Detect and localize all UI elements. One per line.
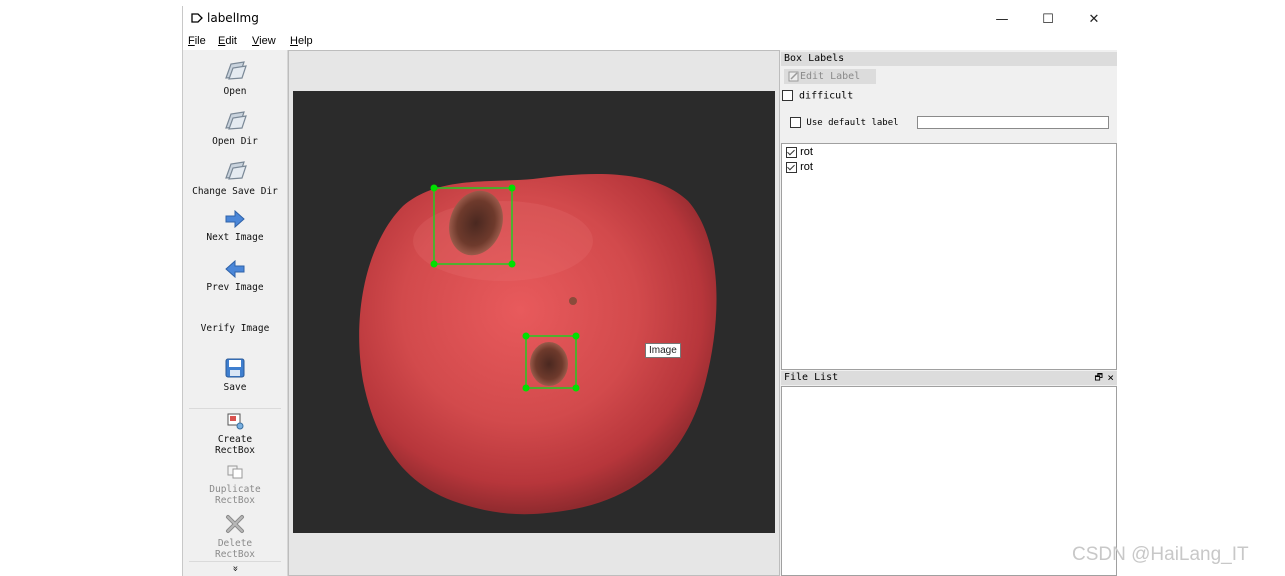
box-labels-list[interactable]: rot rot: [781, 143, 1117, 370]
label-item-1-checkbox[interactable]: [786, 146, 797, 158]
label-item-2-text: rot: [800, 161, 813, 173]
default-label-input[interactable]: [917, 116, 1109, 129]
folder-open-dir-icon: [225, 111, 247, 130]
list-item[interactable]: rot: [786, 161, 813, 173]
minimize-button[interactable]: —: [979, 6, 1025, 32]
duplicate-rectbox-label-1: Duplicate: [209, 484, 261, 495]
toolbar-extension-button[interactable]: »: [183, 563, 287, 574]
delete-rectbox-label-1: Delete: [217, 538, 253, 549]
close-dock-icon[interactable]: ×: [1107, 371, 1114, 385]
verify-image-button[interactable]: Verify Image: [183, 323, 287, 334]
change-save-dir-button[interactable]: Change Save Dir: [183, 160, 287, 197]
difficult-checkbox-box[interactable]: [782, 90, 793, 101]
label-item-1-text: rot: [800, 146, 813, 158]
toolbar-separator: [189, 408, 281, 409]
edit-label-text: Edit Label: [800, 71, 861, 82]
left-toolbar: Open Open Dir Change Save Dir Next Image: [183, 50, 288, 576]
open-button[interactable]: Open: [183, 60, 287, 97]
use-default-label-text: Use default label: [806, 118, 899, 128]
menu-help-label: elp: [297, 35, 313, 47]
file-list-dock: File List 🗗 ×: [781, 371, 1117, 576]
title-bar[interactable]: labelImg — ☐ ✕: [183, 6, 1117, 32]
next-image-label: Next Image: [206, 232, 264, 243]
delete-rectbox-label-2: RectBox: [214, 549, 256, 560]
edit-label-button[interactable]: Edit Label: [784, 69, 876, 84]
menu-edit-label: dit: [225, 35, 237, 47]
menu-file-accel: F: [188, 35, 195, 47]
open-dir-button[interactable]: Open Dir: [183, 110, 287, 147]
save-button[interactable]: Save: [183, 358, 287, 393]
image-canvas[interactable]: Image: [288, 50, 780, 576]
duplicate-rectbox-button[interactable]: Duplicate RectBox: [183, 464, 287, 506]
difficult-label: difficult: [799, 90, 854, 102]
delete-rectbox-button[interactable]: Delete RectBox: [183, 514, 287, 560]
file-list-title: File List: [784, 372, 839, 383]
bbox2-handle-tl[interactable]: [522, 332, 530, 340]
float-dock-icon[interactable]: 🗗: [1095, 371, 1103, 385]
change-save-dir-label: Change Save Dir: [192, 186, 278, 197]
next-image-button[interactable]: Next Image: [183, 210, 287, 243]
difficult-checkbox[interactable]: difficult: [782, 90, 853, 102]
duplicate-icon: [227, 465, 243, 479]
menu-edit[interactable]: Edit: [218, 35, 237, 47]
app-icon: [191, 13, 203, 23]
chevron-down-icon: »: [229, 565, 241, 572]
bbox2-handle-bl[interactable]: [522, 384, 530, 392]
csdn-watermark: CSDN @HaiLang_IT: [1072, 544, 1249, 565]
image-tooltip: Image: [645, 343, 681, 358]
menu-view-label: iew: [259, 35, 276, 47]
menu-file-label: ile: [194, 35, 206, 47]
file-list-title-bar: File List 🗗 ×: [781, 371, 1117, 385]
create-rectbox-icon: [227, 413, 244, 430]
prev-image-button[interactable]: Prev Image: [183, 260, 287, 293]
close-icon: ✕: [1088, 11, 1100, 27]
list-item[interactable]: rot: [786, 146, 813, 158]
menu-help-accel: H: [290, 35, 298, 47]
prev-image-label: Prev Image: [206, 282, 264, 293]
box-labels-title: Box Labels: [781, 52, 1117, 66]
toolbar-separator-bottom: [189, 561, 281, 562]
menu-file[interactable]: File: [188, 35, 206, 47]
bbox2-handle-br[interactable]: [572, 384, 580, 392]
delete-x-icon: [226, 515, 244, 533]
label-item-2-checkbox[interactable]: [786, 161, 797, 173]
folder-open-icon: [225, 61, 247, 80]
create-rectbox-label-1: Create: [217, 434, 253, 445]
menu-help[interactable]: Help: [290, 35, 313, 47]
create-rectbox-button[interactable]: Create RectBox: [183, 412, 287, 456]
arrow-left-icon: [225, 260, 245, 278]
create-rectbox-label-2: RectBox: [214, 445, 256, 456]
box-labels-dock: Box Labels Edit Label difficult Use defa…: [781, 50, 1117, 370]
bbox1-handle-bl[interactable]: [430, 260, 438, 268]
folder-save-icon: [225, 161, 247, 180]
file-list[interactable]: [781, 386, 1117, 576]
use-default-label-checkbox[interactable]: Use default label: [790, 117, 899, 128]
bbox1-handle-tl[interactable]: [430, 184, 438, 192]
maximize-button[interactable]: ☐: [1025, 6, 1071, 32]
use-default-label-checkbox-box[interactable]: [790, 117, 801, 128]
labelimg-window: labelImg — ☐ ✕ File Edit View Help Open …: [182, 6, 1117, 576]
menu-view[interactable]: View: [252, 35, 276, 47]
floppy-save-icon: [225, 358, 245, 378]
window-title: labelImg: [207, 11, 259, 25]
close-button[interactable]: ✕: [1071, 6, 1117, 32]
duplicate-rectbox-label-2: RectBox: [214, 495, 256, 506]
menu-bar: File Edit View Help: [183, 32, 1117, 50]
bbox2-handle-tr[interactable]: [572, 332, 580, 340]
bbox1-handle-tr[interactable]: [508, 184, 516, 192]
open-dir-label: Open Dir: [212, 136, 258, 147]
save-label: Save: [223, 382, 247, 393]
open-label: Open: [223, 86, 247, 97]
minimize-icon: —: [995, 11, 1009, 27]
arrow-right-icon: [225, 210, 245, 228]
maximize-icon: ☐: [1042, 11, 1054, 27]
apple-photo: [293, 91, 775, 533]
verify-image-label: Verify Image: [200, 323, 270, 334]
edit-pencil-icon: [788, 71, 799, 81]
bbox1-handle-br[interactable]: [508, 260, 516, 268]
